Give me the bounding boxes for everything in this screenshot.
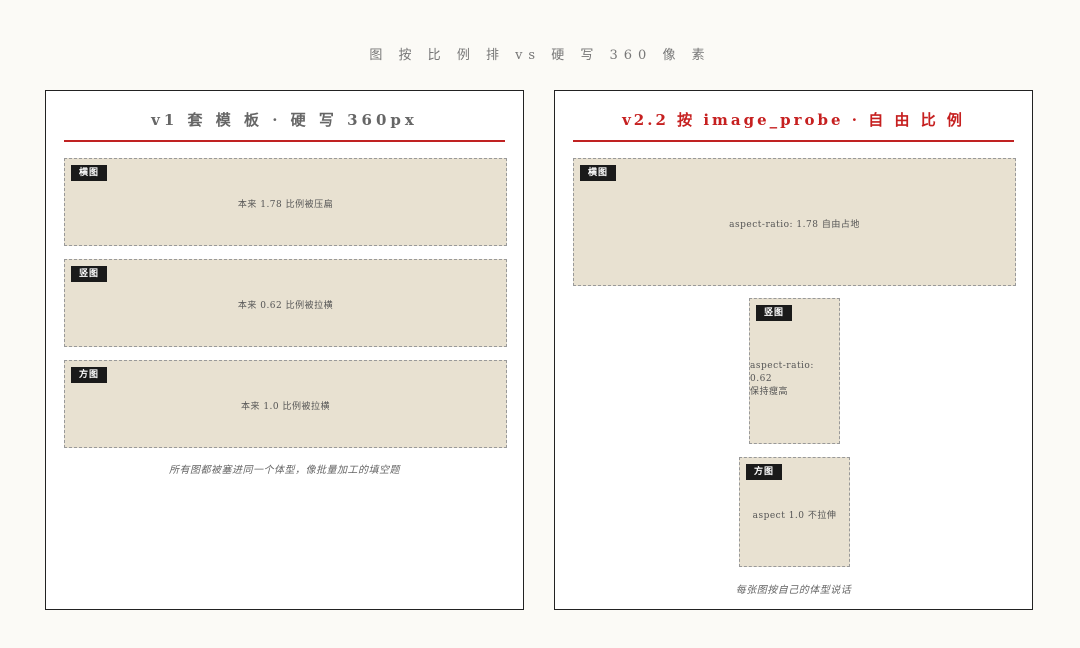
title-rule: [64, 140, 505, 142]
box-description: aspect 1.0 不拉伸: [752, 511, 837, 521]
image-type-tag: 方图: [746, 464, 783, 480]
image-type-tag: 竖图: [71, 266, 108, 282]
v1-template-panel: v1 套 模 板 · 硬 写 360px 横图 本来 1.78 比例被压扁 竖图…: [45, 90, 524, 610]
box-description: aspect-ratio: 0.62 保持瘦高: [750, 360, 839, 399]
image-type-tag: 方图: [71, 367, 108, 383]
square-image-box: 方图 aspect 1.0 不拉伸: [739, 457, 850, 567]
image-type-tag: 竖图: [756, 305, 793, 321]
landscape-image-box: 横图 本来 1.78 比例被压扁: [64, 158, 507, 246]
box-description: 本来 1.78 比例被压扁: [237, 200, 334, 210]
portrait-image-box: 竖图 aspect-ratio: 0.62 保持瘦高: [749, 298, 840, 444]
portrait-image-box: 竖图 本来 0.62 比例被拉横: [64, 259, 507, 347]
image-type-tag: 横图: [580, 165, 617, 181]
box-description-line2: 保持瘦高: [750, 387, 789, 397]
box-description: aspect-ratio: 1.78 自由占地: [729, 220, 860, 230]
image-type-tag: 横图: [71, 165, 108, 181]
panel-title-v2: v2.2 按 image_probe · 自 由 比 例: [622, 111, 965, 129]
square-image-box: 方图 本来 1.0 比例被拉横: [64, 360, 507, 448]
panel-caption: 每张图按自己的体型说话: [735, 585, 852, 596]
panel-caption: 所有图都被塞进同一个体型，像批量加工的填空题: [169, 465, 400, 476]
landscape-image-box: 横图 aspect-ratio: 1.78 自由占地: [573, 158, 1016, 286]
panel-title-v1: v1 套 模 板 · 硬 写 360px: [151, 111, 418, 129]
v2-image-probe-panel: v2.2 按 image_probe · 自 由 比 例 横图 aspect-r…: [554, 90, 1033, 610]
box-description: 本来 0.62 比例被拉横: [237, 301, 334, 311]
page-title: 图 按 比 例 排 vs 硬 写 360 像 素: [369, 48, 711, 63]
box-description: 本来 1.0 比例被拉横: [240, 402, 331, 412]
box-description-line1: aspect-ratio: 0.62: [750, 361, 814, 384]
title-rule: [573, 140, 1014, 142]
